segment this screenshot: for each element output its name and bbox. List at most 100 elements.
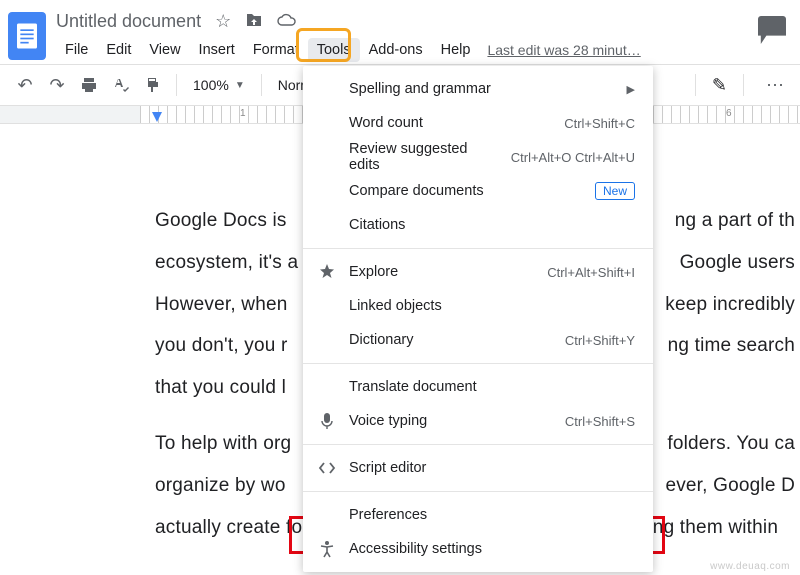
menu-separator <box>303 444 653 445</box>
menu-item-label: Citations <box>349 217 635 233</box>
redo-button[interactable]: ↷ <box>42 70 72 100</box>
doc-text: organize by wo <box>155 465 286 507</box>
zoom-value: 100% <box>193 77 229 93</box>
spellcheck-button[interactable] <box>106 70 136 100</box>
tools-item-accessibility-settings[interactable]: Accessibility settings <box>303 532 653 566</box>
menu-separator <box>303 491 653 492</box>
menu-item-label: Dictionary <box>349 332 553 348</box>
blank-icon <box>317 113 337 133</box>
star-icon[interactable]: ☆ <box>215 12 231 30</box>
menu-item-shortcut: Ctrl+Shift+S <box>565 414 635 429</box>
blank-icon <box>317 330 337 350</box>
menu-separator <box>303 248 653 249</box>
toolbar-separator <box>743 74 744 96</box>
menu-item-shortcut: Ctrl+Alt+O Ctrl+Alt+U <box>511 150 635 165</box>
last-edit-link[interactable]: Last edit was 28 minut… <box>487 42 640 58</box>
a11y-icon <box>317 539 337 559</box>
tools-item-dictionary[interactable]: Dictionary Ctrl+Shift+Y <box>303 323 653 357</box>
menu-view[interactable]: View <box>140 38 189 62</box>
zoom-select[interactable]: 100% ▼ <box>185 73 253 97</box>
comments-icon[interactable] <box>758 16 786 44</box>
menu-item-label: Spelling and grammar <box>349 81 615 97</box>
tools-item-script-editor[interactable]: Script editor <box>303 451 653 485</box>
blank-icon <box>317 296 337 316</box>
doc-text: ng time search <box>668 325 795 367</box>
paint-format-button[interactable] <box>138 70 168 100</box>
doc-text: ng a part of th <box>675 200 795 242</box>
more-toolbar-button[interactable]: ⋯ <box>760 70 790 100</box>
menu-item-shortcut: Ctrl+Shift+Y <box>565 333 635 348</box>
docs-page-icon <box>17 23 37 49</box>
new-badge: New <box>595 182 635 200</box>
chevron-right-icon: ▶ <box>627 83 635 96</box>
blank-icon <box>317 215 337 235</box>
ruler-left-margin <box>0 106 140 123</box>
menu-help[interactable]: Help <box>432 38 480 62</box>
menu-item-label: Review suggested edits <box>349 141 499 173</box>
doc-text: However, when <box>155 284 288 326</box>
blank-icon <box>317 505 337 525</box>
tools-item-compare-documents[interactable]: Compare documents New <box>303 174 653 208</box>
menu-item-label: Translate document <box>349 379 635 395</box>
explore-icon <box>317 262 337 282</box>
menu-item-label: Voice typing <box>349 413 553 429</box>
toolbar-separator <box>176 74 177 96</box>
blank-icon <box>317 181 337 201</box>
menu-edit[interactable]: Edit <box>97 38 140 62</box>
menu-insert[interactable]: Insert <box>190 38 244 62</box>
doc-text: folders. You ca <box>667 423 795 465</box>
menu-item-label: Explore <box>349 264 535 280</box>
menu-item-label: Script editor <box>349 460 635 476</box>
menu-addons[interactable]: Add-ons <box>360 38 432 62</box>
doc-text: Google users <box>680 242 795 284</box>
document-title[interactable]: Untitled document <box>56 11 201 32</box>
blank-icon <box>317 377 337 397</box>
doc-text: you don't, you r <box>155 325 288 367</box>
tools-item-spelling-and-grammar[interactable]: Spelling and grammar ▶ <box>303 72 653 106</box>
mic-icon <box>317 411 337 431</box>
tools-item-translate-document[interactable]: Translate document <box>303 370 653 404</box>
menu-item-shortcut: Ctrl+Alt+Shift+I <box>547 265 635 280</box>
menu-item-label: Linked objects <box>349 298 635 314</box>
tools-item-word-count[interactable]: Word count Ctrl+Shift+C <box>303 106 653 140</box>
blank-icon <box>317 79 337 99</box>
code-icon <box>317 458 337 478</box>
menu-item-label: Compare documents <box>349 183 583 199</box>
doc-text: that you could l <box>155 367 286 409</box>
docs-logo-icon[interactable] <box>8 12 46 60</box>
menu-item-label: Preferences <box>349 507 635 523</box>
blank-icon <box>317 147 337 167</box>
chevron-down-icon: ▼ <box>235 80 245 91</box>
menu-item-label: Accessibility settings <box>349 541 635 557</box>
menu-tools[interactable]: Tools <box>308 38 360 62</box>
tools-item-voice-typing[interactable]: Voice typing Ctrl+Shift+S <box>303 404 653 438</box>
menu-item-label: Word count <box>349 115 552 131</box>
doc-text: To help with org <box>155 423 291 465</box>
menu-format[interactable]: Format <box>244 38 308 62</box>
tools-item-citations[interactable]: Citations <box>303 208 653 242</box>
doc-text: Google Docs is <box>155 200 287 242</box>
menu-file[interactable]: File <box>56 38 97 62</box>
app-header: Untitled document ☆ FileEditViewInsertFo… <box>0 0 800 64</box>
menu-item-shortcut: Ctrl+Shift+C <box>564 116 635 131</box>
toolbar-separator <box>261 74 262 96</box>
tools-item-preferences[interactable]: Preferences <box>303 498 653 532</box>
toolbar-separator <box>695 74 696 96</box>
footer-watermark: www.deuaq.com <box>710 561 790 572</box>
tools-item-explore[interactable]: Explore Ctrl+Alt+Shift+I <box>303 255 653 289</box>
doc-text: ever, Google D <box>665 465 795 507</box>
move-icon[interactable] <box>245 12 263 31</box>
cloud-status-icon[interactable] <box>277 12 297 30</box>
tools-menu-dropdown: Spelling and grammar ▶ Word count Ctrl+Shif… <box>303 66 653 572</box>
menu-separator <box>303 363 653 364</box>
tools-item-review-suggested-edits[interactable]: Review suggested edits Ctrl+Alt+O Ctrl+Al… <box>303 140 653 174</box>
undo-button[interactable]: ↶ <box>10 70 40 100</box>
menu-bar: FileEditViewInsertFormatToolsAdd-onsHelp… <box>56 36 786 64</box>
ruler-number: 6 <box>726 108 732 119</box>
print-button[interactable] <box>74 70 104 100</box>
ruler-number: 1 <box>240 108 246 119</box>
tools-item-linked-objects[interactable]: Linked objects <box>303 289 653 323</box>
editing-mode-button[interactable]: ✎ <box>712 75 727 96</box>
doc-text: ecosystem, it's a <box>155 242 298 284</box>
doc-text: keep incredibly <box>665 284 795 326</box>
